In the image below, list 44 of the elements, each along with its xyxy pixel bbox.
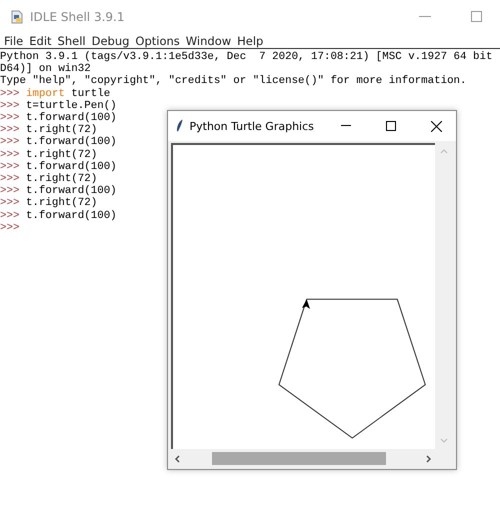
scroll-right-icon[interactable] <box>426 454 431 462</box>
menu-item[interactable]: Debug <box>90 34 134 48</box>
code-line: t.forward(100) <box>24 160 117 173</box>
code-line: t.right(72) <box>24 173 98 186</box>
scroll-up-icon[interactable] <box>440 149 448 154</box>
prompt: >>> <box>0 222 20 234</box>
code-line: t.right(72) <box>24 124 98 136</box>
output-line: Type "help", "copyright", "credits" or "license()" for more information. <box>0 75 468 88</box>
menu-item[interactable]: Edit <box>27 34 56 48</box>
window-title: Python Turtle Graphics <box>190 120 314 132</box>
prompt: >>> <box>0 173 20 186</box>
menu-item[interactable]: Options <box>133 34 184 48</box>
prompt: >>> <box>0 112 20 124</box>
prompt: >>> <box>0 100 20 112</box>
code-line: t.forward(100) <box>24 185 117 198</box>
prompt: >>> <box>0 136 20 149</box>
code-line: t.forward(100) <box>24 210 117 222</box>
output-line: D64)] on win32 <box>0 63 91 76</box>
menu-item[interactable]: Window <box>184 34 236 48</box>
maximize-icon[interactable] <box>386 121 396 131</box>
code-line: t.forward(100) <box>24 112 117 124</box>
menu-item[interactable]: Help <box>235 34 268 48</box>
prompt: >>> <box>0 210 20 222</box>
code-line: t.forward(100) <box>24 136 117 149</box>
menu-item[interactable]: File <box>2 34 28 48</box>
output-line: Python 3.9.1 (tags/v3.9.1:1e5d33e, Dec 7 2020, 17:08:21) [MSC v.1927 64 bit <box>0 51 494 63</box>
feather-icon <box>176 119 184 133</box>
prompt: >>> <box>0 197 20 210</box>
code-line: import turtle <box>24 88 110 100</box>
prompt: >>> <box>0 88 20 100</box>
code-line: t=turtle.Pen() <box>24 100 117 112</box>
turtle-cursor-icon <box>302 299 310 309</box>
window-title: IDLE Shell 3.9.1 <box>30 10 124 24</box>
prompt: >>> <box>0 160 20 174</box>
prompt: >>> <box>0 185 20 198</box>
minimize-icon[interactable] <box>340 125 351 127</box>
code-line: t.right(72) <box>24 148 98 161</box>
close-icon[interactable] <box>430 120 442 132</box>
menu-item[interactable]: Shell <box>56 34 90 48</box>
scroll-left-icon[interactable] <box>175 454 180 462</box>
code-line: t.right(72) <box>24 197 98 210</box>
prompt: >>> <box>0 148 20 161</box>
prompt: >>> <box>0 124 20 136</box>
scroll-down-icon[interactable] <box>440 438 448 443</box>
